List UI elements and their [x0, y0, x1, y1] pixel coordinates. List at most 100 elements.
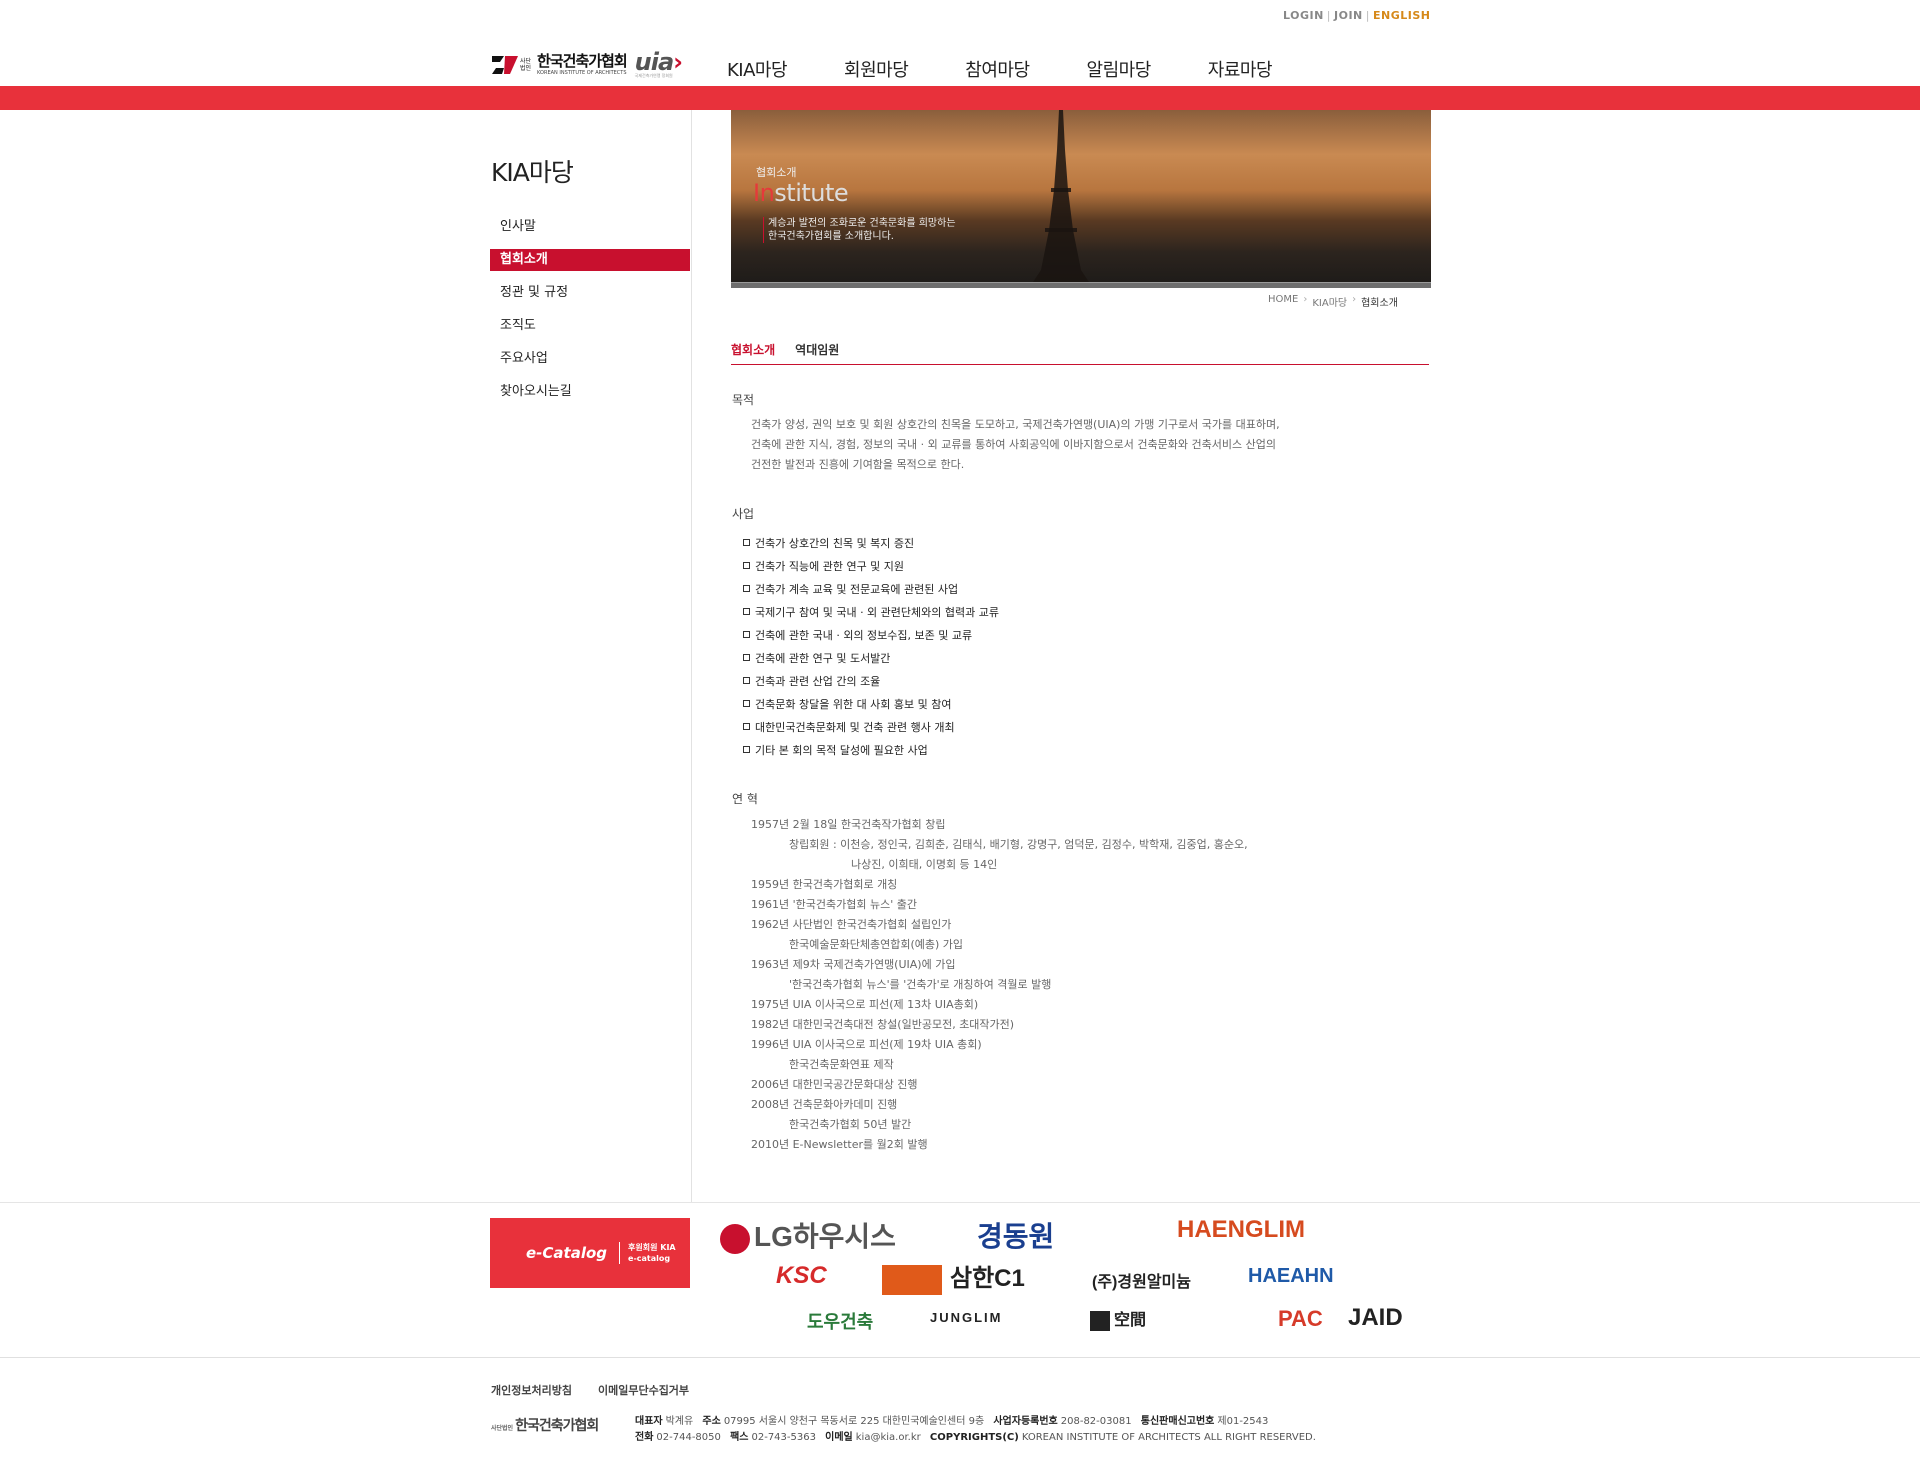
footer-info-line2: 전화 02-744-8050 팩스 02-743-5363 이메일 kia@kia.o… [635, 1432, 1316, 1443]
history-line: 2010년 E-Newsletter를 월2회 발행 [751, 1138, 928, 1151]
sponsor-logo-kyungwon[interactable]: (주)경원알미늄 [1092, 1268, 1191, 1292]
square-bullet-icon [743, 746, 750, 753]
header-accent-bar [0, 86, 1920, 110]
square-bullet-icon [743, 677, 750, 684]
footer-links: 개인정보처리방침 이메일무단수집거부 [491, 1382, 715, 1398]
history-line: 1996년 UIA 이사국으로 피선(제 19차 UIA 총회) [751, 1038, 982, 1051]
utility-separator: | [1326, 9, 1332, 22]
footer-info-line1: 대표자 박계유 주소 07995 서울시 양천구 목동서로 225 대한민국예술인센… [635, 1416, 1269, 1427]
logo-subtext: KOREAN INSTITUTE OF ARCHITECTS [537, 70, 627, 76]
sponsor-logo-pac[interactable]: PAC [1278, 1306, 1323, 1332]
join-link[interactable]: JOIN [1334, 9, 1363, 22]
content-tabs: 협회소개 역대임원 [731, 341, 1429, 365]
breadcrumb-home[interactable]: HOME [1268, 294, 1298, 309]
banner-bottom-strip [731, 282, 1431, 288]
history-line: 한국건축가협회 50년 발간 [789, 1118, 912, 1131]
samhan-mark-icon [882, 1264, 942, 1295]
list-item: 대한민국건축문화제 및 건축 관련 행사 개최 [743, 715, 999, 738]
sponsor-logo-junglim[interactable]: JUNGLIM [930, 1310, 1003, 1325]
list-item: 건축과 관련 산업 간의 조율 [743, 669, 999, 692]
sponsor-logo-haenglim[interactable]: HAENGLIM [1177, 1216, 1305, 1244]
list-item: 건축가 상호간의 친목 및 복지 증진 [743, 531, 999, 554]
english-link[interactable]: ENGLISH [1373, 9, 1430, 22]
history-line: 한국예술문화단체총연합회(예총) 가입 [789, 938, 963, 951]
sidebar-item-projects[interactable]: 주요사업 [490, 348, 690, 370]
history-list: 1957년 2월 18일 한국건축작가협회 창립 창립회원 : 이천승, 정인국… [751, 815, 1248, 1155]
history-line: '한국건축가협회 뉴스'를 '건축가'로 개칭하여 격월로 발행 [789, 978, 1052, 991]
square-bullet-icon [743, 631, 750, 638]
list-item: 건축에 관한 연구 및 도서발간 [743, 646, 999, 669]
eiffel-tower-image [1033, 110, 1089, 282]
sponsor-logo-kyungdong[interactable]: 경동원 [977, 1215, 1054, 1255]
utility-separator: | [1365, 9, 1370, 22]
sidebar-item-directions[interactable]: 찾아오시는길 [490, 381, 690, 403]
sponsor-logo-jaid[interactable]: JAID [1348, 1304, 1403, 1332]
purpose-text: 건축가 양성, 권익 보호 및 회원 상호간의 친목을 도모하고, 국제건축가연… [751, 418, 1280, 471]
sponsor-logo-space[interactable]: 空間 [1090, 1306, 1146, 1331]
logo-text: 한국건축가협회 KOREAN INSTITUTE OF ARCHITECTS [537, 52, 628, 76]
list-item: 기타 본 회의 목적 달성에 필요한 사업 [743, 738, 999, 761]
breadcrumb-current: 협회소개 [1361, 298, 1398, 309]
list-item: 건축문화 창달을 위한 대 사회 홍보 및 참여 [743, 692, 999, 715]
sponsor-logo-lg[interactable]: LG하우시스 [720, 1215, 896, 1255]
sidebar-item-organization[interactable]: 조직도 [490, 315, 690, 337]
logo-prefix: 사단 법인 [520, 58, 532, 72]
sidebar-item-articles[interactable]: 정관 및 규정 [490, 282, 690, 304]
history-line: 1962년 사단법인 한국건축가협회 설립인가 [751, 918, 952, 931]
site-logo[interactable]: 사단 법인 한국건축가협회 KOREAN INSTITUTE OF ARCHITE… [490, 50, 683, 80]
breadcrumb-kia[interactable]: KIA마당 [1312, 294, 1347, 309]
square-bullet-icon [743, 539, 750, 546]
list-item: 건축가 계속 교육 및 전문교육에 관련된 사업 [743, 577, 999, 600]
lg-circle-icon [720, 1223, 750, 1254]
footer-info: 대표자 박계유 주소 07995 서울시 양천구 목동서로 225 대한민국예술인센… [635, 1414, 1316, 1446]
kia-emblem-icon [490, 50, 520, 80]
footer-logo: 사단법인 한국건축가협회 [491, 1418, 599, 1434]
history-line: 1982년 대한민국건축대전 창설(일반공모전, 초대작가전) [751, 1018, 1015, 1031]
history-line: 1959년 한국건축가협회로 개칭 [751, 878, 898, 891]
chevron-right-icon: › [1303, 294, 1308, 305]
ecatalog-banner[interactable]: e-Catalog 후원회원 KIA e-catalog [490, 1218, 690, 1288]
business-heading: 사업 [732, 507, 755, 521]
sidebar-title: KIA마당 [491, 158, 574, 187]
sponsor-logo-dowoo[interactable]: 도우건축 [807, 1308, 873, 1334]
nav-kia[interactable]: KIA마당 [727, 56, 788, 82]
login-link[interactable]: LOGIN [1283, 9, 1324, 22]
square-bullet-icon [743, 585, 750, 592]
banner-description: 계승과 발전의 조화로운 건축문화를 희망하는 한국건축가협회를 소개합니다. [763, 217, 956, 243]
sponsor-logo-haeahn[interactable]: HAEAHN [1248, 1265, 1334, 1288]
list-item: 건축가 직능에 관한 연구 및 지원 [743, 554, 999, 577]
nav-resources[interactable]: 자료마당 [1208, 56, 1273, 82]
chevron-right-icon: › [1352, 294, 1357, 305]
square-bullet-icon [743, 700, 750, 707]
history-line: 2006년 대한민국공간문화대상 진행 [751, 1078, 918, 1091]
nav-participation[interactable]: 참여마당 [965, 56, 1030, 82]
tab-past-officers[interactable]: 역대임원 [795, 341, 839, 364]
history-line: 1961년 '한국건축가협회 뉴스' 출간 [751, 898, 917, 911]
square-bullet-icon [743, 562, 750, 569]
banner-title: Institute [753, 179, 849, 207]
sidebar-item-about[interactable]: 협회소개 [490, 249, 690, 271]
sponsor-divider [0, 1202, 1920, 1203]
nav-member[interactable]: 회원마당 [844, 56, 909, 82]
list-item: 건축에 관한 국내 · 외의 정보수집, 보존 및 교류 [743, 623, 999, 646]
history-line: 한국건축문화연표 제작 [789, 1058, 894, 1071]
utility-links: LOGIN | JOIN | ENGLISH [1283, 9, 1430, 22]
email-refusal-link[interactable]: 이메일무단수집거부 [598, 1382, 689, 1398]
page-visual-banner: 협회소개 Institute 계승과 발전의 조화로운 건축문화를 희망하는 한… [731, 110, 1431, 288]
nav-notice[interactable]: 알림마당 [1087, 56, 1152, 82]
breadcrumb: HOME › KIA마당 › 협회소개 [1268, 294, 1403, 309]
uia-logo[interactable]: uia› 국제건축가연맹 정회원 [635, 50, 683, 79]
sidebar-divider [691, 110, 692, 1202]
history-line: 1963년 제9차 국제건축가연맹(UIA)에 가입 [751, 958, 956, 971]
tab-about[interactable]: 협회소개 [731, 341, 775, 364]
list-item: 국제기구 참여 및 국내 · 외 관련단체와의 협력과 교류 [743, 600, 999, 623]
sponsor-logo-ksc[interactable]: KSC [776, 1262, 827, 1290]
square-bullet-icon [743, 723, 750, 730]
history-heading: 연 혁 [732, 792, 758, 806]
history-line: 1957년 2월 18일 한국건축작가협회 창립 [751, 818, 946, 831]
history-line: 창립회원 : 이천승, 정인국, 김희춘, 김태식, 배기형, 강명구, 엄덕문… [789, 838, 1248, 851]
sidebar-item-greeting[interactable]: 인사말 [490, 216, 690, 238]
privacy-policy-link[interactable]: 개인정보처리방침 [491, 1382, 572, 1398]
sponsor-logo-samhan[interactable]: 삼한C1 [882, 1258, 1025, 1295]
purpose-heading: 목적 [732, 393, 755, 407]
